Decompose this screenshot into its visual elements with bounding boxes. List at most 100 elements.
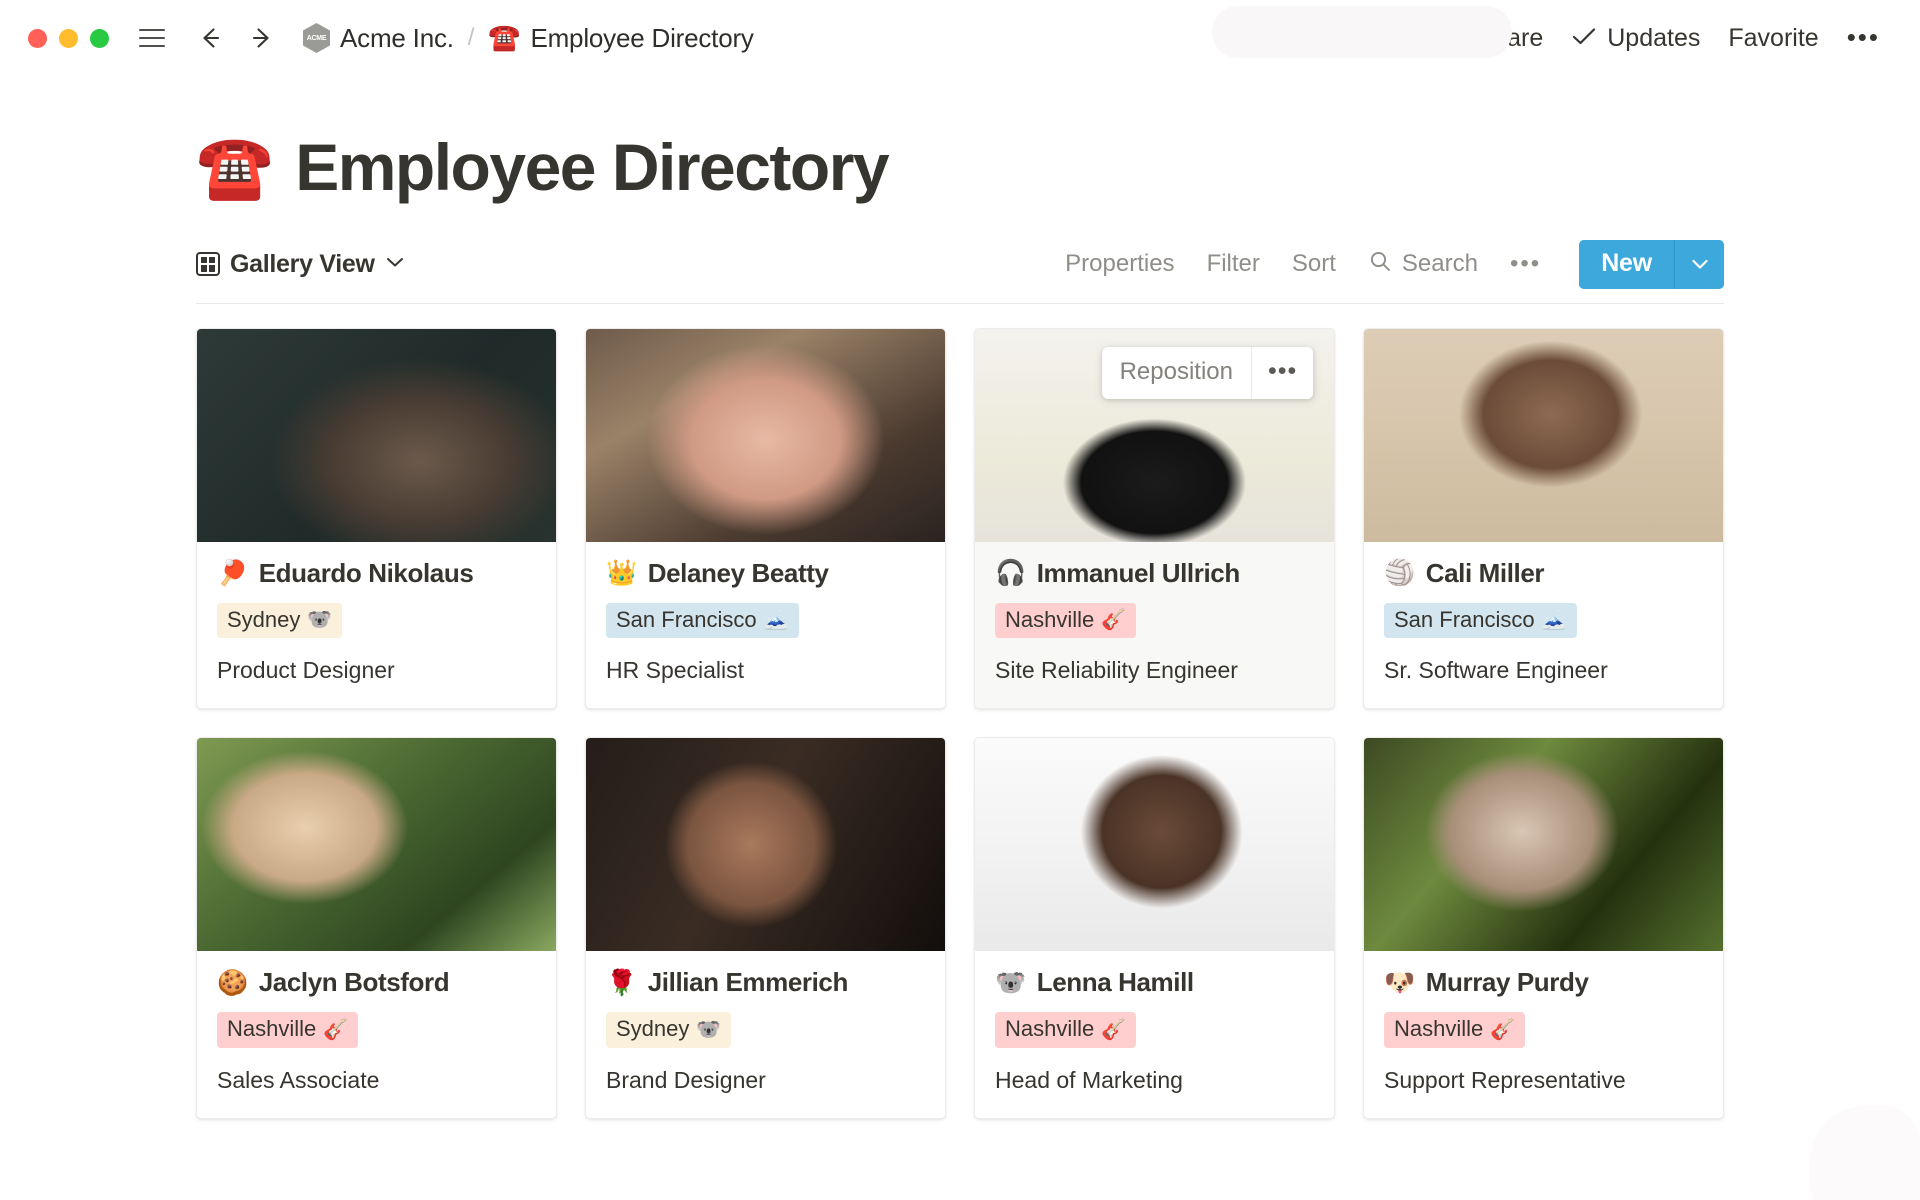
card-name-label: Lenna Hamill [1036,967,1194,998]
filter-button[interactable]: Filter [1191,244,1276,284]
location-tag-emoji-icon: 🗻 [763,607,789,632]
location-tag[interactable]: Nashville 🎸 [995,602,1137,639]
minimize-window-button[interactable] [59,28,78,48]
card-title: 🐨 Lenna Hamill [995,967,1314,998]
acme-hexagon-logo-icon [303,23,330,53]
card-role-label: Head of Marketing [995,1066,1183,1093]
maximize-window-button[interactable] [90,28,109,48]
location-tag-emoji-icon: 🎸 [1490,1016,1516,1041]
card-title: 🌹 Jillian Emmerich [606,967,925,998]
gallery-card[interactable]: 🏓 Eduardo Nikolaus Sydney 🐨 Product Designer [196,327,557,710]
page-title-row: ☎️ Employee Directory [0,76,1920,204]
new-button[interactable]: New [1579,239,1674,289]
card-more-options-icon[interactable]: ••• [1252,347,1313,399]
check-icon [1571,24,1597,53]
database-toolbar: Gallery View Properties Filter Sort Sear… [196,239,1724,304]
card-photo [1364,738,1723,952]
location-tag[interactable]: Sydney 🐨 [606,1012,732,1048]
gallery-card[interactable]: 🌹 Jillian Emmerich Sydney 🐨 Brand Designer [585,737,946,1119]
card-emoji-icon: 🍪 [217,967,248,997]
gallery-card[interactable]: 🐨 Lenna Hamill Nashville 🎸 Head of Marketing [974,737,1335,1119]
card-role-label: Sr. Software Engineer [1384,657,1608,684]
breadcrumb-page-label: Employee Directory [530,22,754,53]
card-body: 🎧 Immanuel Ullrich Nashville 🎸 Site Reliabil… [975,542,1334,709]
card-name-label: Murray Purdy [1425,967,1589,998]
card-title: 🎧 Immanuel Ullrich [995,558,1314,589]
card-emoji-icon: 🌹 [606,967,637,997]
card-role-label: Brand Designer [606,1066,766,1093]
location-tag-label: Sydney [227,606,301,632]
page-content: ☎️ Employee Directory Gallery View Prope… [0,76,1920,1200]
gallery-card[interactable]: 🏐 Cali Miller San Francisco 🗻 Sr. Software E… [1363,327,1724,710]
breadcrumb: Acme Inc. / ☎️ Employee Directory [303,23,754,54]
location-tag-label: Sydney [616,1016,690,1042]
topbar-actions: Share Updates Favorite ••• [1463,18,1894,59]
sidebar-toggle-icon[interactable] [139,28,165,48]
card-title: 👑 Delaney Beatty [606,558,925,589]
card-name-label: Cali Miller [1425,557,1545,588]
breadcrumb-page[interactable]: ☎️ Employee Directory [488,22,754,54]
card-body: 🌹 Jillian Emmerich Sydney 🐨 Brand Designer [586,951,945,1118]
view-tab-gallery[interactable]: Gallery View [196,250,405,279]
card-name-label: Jillian Emmerich [647,967,849,998]
location-tag-emoji-icon: 🎸 [1101,607,1127,632]
card-photo: Reposition ••• [975,328,1334,542]
card-name-label: Immanuel Ullrich [1036,557,1241,588]
location-tag[interactable]: San Francisco 🗻 [606,602,799,639]
reposition-button[interactable]: Reposition [1102,346,1252,399]
card-role-label: Product Designer [217,657,395,684]
gallery-grid: 🏓 Eduardo Nikolaus Sydney 🐨 Product Designer… [196,327,1724,1119]
telephone-icon: ☎️ [488,23,521,53]
gallery-card[interactable]: 👑 Delaney Beatty San Francisco 🗻 HR Speciali… [585,327,946,710]
card-body: 🍪 Jaclyn Botsford Nashville 🎸 Sales Associat… [197,951,556,1118]
card-emoji-icon: 🐨 [995,967,1026,997]
close-window-button[interactable] [28,28,47,48]
location-tag[interactable]: Nashville 🎸 [1384,1012,1526,1048]
location-tag[interactable]: San Francisco 🗻 [1384,602,1577,639]
location-tag-emoji-icon: 🎸 [1101,1016,1127,1041]
location-tag-label: San Francisco [616,606,757,632]
search-button[interactable]: Search [1352,243,1494,286]
forward-arrow-icon[interactable] [247,23,277,53]
share-button[interactable]: Share [1463,18,1558,59]
card-emoji-icon: 🏓 [217,558,248,588]
toolbar-more-icon[interactable]: ••• [1494,251,1557,277]
breadcrumb-separator: / [467,24,475,51]
gallery-card[interactable]: 🐶 Murray Purdy Nashville 🎸 Support Represent… [1363,737,1724,1119]
navigation-arrows [195,23,277,53]
view-tab-label: Gallery View [230,249,375,278]
card-photo [586,328,945,542]
location-tag-emoji-icon: 🎸 [323,1016,349,1041]
favorite-button[interactable]: Favorite [1714,18,1832,59]
new-dropdown-caret[interactable] [1674,239,1724,289]
back-arrow-icon[interactable] [195,23,225,53]
new-button-group: New [1579,239,1724,289]
window-titlebar: Acme Inc. / ☎️ Employee Directory Share … [0,0,1920,76]
location-tag-label: Nashville [1005,606,1095,632]
breadcrumb-workspace[interactable]: Acme Inc. [303,23,454,54]
properties-button[interactable]: Properties [1049,244,1190,284]
gallery-card[interactable]: 🍪 Jaclyn Botsford Nashville 🎸 Sales Associat… [196,737,557,1119]
card-title: 🐶 Murray Purdy [1384,967,1703,998]
card-emoji-icon: 🐶 [1384,967,1415,997]
card-body: 🏓 Eduardo Nikolaus Sydney 🐨 Product Designer [197,542,556,709]
gallery-card[interactable]: Reposition ••• 🎧 Immanuel Ullrich Nashville 🎸… [974,327,1335,710]
sort-button[interactable]: Sort [1276,244,1352,284]
telephone-page-icon[interactable]: ☎️ [196,136,273,198]
card-name-label: Delaney Beatty [647,557,829,588]
location-tag[interactable]: Nashville 🎸 [217,1012,359,1048]
updates-button[interactable]: Updates [1557,18,1714,59]
updates-label: Updates [1607,23,1701,52]
location-tag-label: Nashville [227,1016,317,1042]
more-options-icon[interactable]: ••• [1833,24,1894,52]
gallery-grid-icon [196,252,220,277]
card-title: 🏐 Cali Miller [1384,558,1703,589]
page-title[interactable]: Employee Directory [295,131,889,204]
location-tag[interactable]: Nashville 🎸 [995,1012,1137,1048]
location-tag[interactable]: Sydney 🐨 [217,602,343,639]
location-tag-label: San Francisco [1394,606,1535,632]
reposition-toolbar: Reposition ••• [1101,346,1314,399]
card-title: 🍪 Jaclyn Botsford [217,967,536,998]
card-body: 🐨 Lenna Hamill Nashville 🎸 Head of Marketing [975,951,1334,1118]
card-emoji-icon: 🏐 [1384,558,1415,588]
